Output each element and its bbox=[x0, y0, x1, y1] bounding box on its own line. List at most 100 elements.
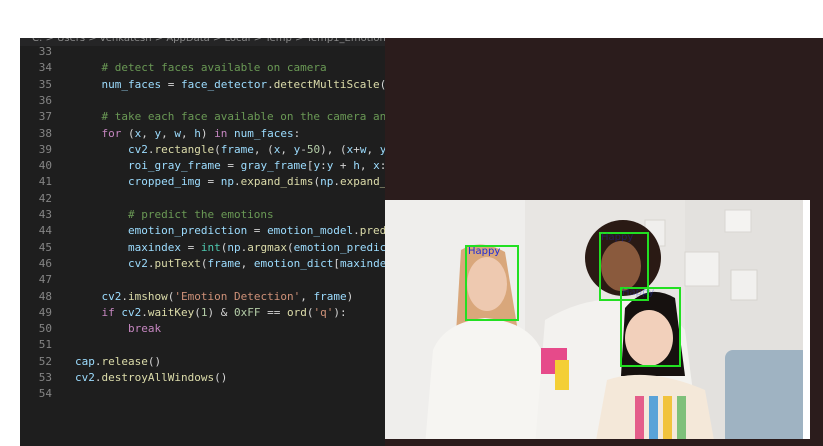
code-token: [ bbox=[333, 256, 340, 270]
code-token: # detect faces available on camera bbox=[75, 61, 327, 75]
line-text: cap.release() bbox=[75, 354, 161, 370]
emotion-detection-window[interactable]: Happy Happy Happy bbox=[385, 38, 823, 446]
breadcrumb[interactable]: C: > Users > venkatesh > AppData > Local… bbox=[20, 38, 386, 46]
line-text: cropped_img = np.expand_dims(np.expand_d bbox=[75, 174, 386, 190]
line-number: 35 bbox=[38, 77, 52, 91]
code-token: np bbox=[220, 175, 234, 189]
code-token: gray_frame bbox=[240, 159, 307, 173]
line-text: cv2.imshow('Emotion Detection', frame) bbox=[75, 289, 353, 305]
code-token: () bbox=[214, 371, 228, 384]
code-token: ( bbox=[286, 240, 294, 254]
code-token: , ( bbox=[253, 142, 274, 156]
line-text: for (x, y, w, h) in num_faces: bbox=[75, 126, 300, 142]
code-token: maxindex bbox=[75, 240, 181, 254]
code-token: imshow bbox=[127, 289, 168, 303]
line-text: # detect faces available on camera bbox=[75, 60, 327, 76]
code-token: ) bbox=[346, 289, 354, 303]
code-token: np bbox=[227, 240, 241, 254]
line-text: emotion_prediction = emotion_model.predi bbox=[75, 223, 386, 239]
line-number: 38 bbox=[38, 126, 52, 140]
line-number: 46 bbox=[38, 256, 52, 270]
code-token: break bbox=[75, 322, 162, 336]
line-number: 53 bbox=[38, 371, 52, 384]
line-text: roi_gray_frame = gray_frame[y:y + h, x: bbox=[75, 158, 386, 174]
line-number: 45 bbox=[38, 240, 52, 254]
line-text: break bbox=[75, 321, 161, 337]
code-token: roi_gray_frame bbox=[75, 159, 221, 173]
code-token: . bbox=[353, 224, 360, 238]
code-token: x bbox=[373, 159, 380, 173]
code-token: 'Emotion Detection' bbox=[174, 289, 301, 303]
code-token: + bbox=[353, 142, 360, 156]
line-number: 48 bbox=[38, 289, 52, 303]
code-token: for bbox=[75, 126, 122, 140]
code-token: - bbox=[300, 142, 307, 156]
code-token: np bbox=[320, 175, 334, 189]
code-token: destroyAllWindows bbox=[101, 371, 215, 384]
code-token: maxinde bbox=[339, 256, 386, 270]
face-label-2: Happy bbox=[601, 232, 634, 243]
code-token: , bbox=[161, 126, 175, 140]
line-text: num_faces = face_detector.detectMultiSca… bbox=[75, 77, 386, 93]
line-text: if cv2.waitKey(1) & 0xFF == ord('q'): bbox=[75, 305, 346, 321]
code-token: , bbox=[240, 256, 254, 270]
code-token: . bbox=[94, 371, 102, 384]
code-token: argmax bbox=[247, 240, 287, 254]
code-token: = bbox=[200, 175, 221, 189]
code-token: ), ( bbox=[320, 142, 347, 156]
code-token: num_faces bbox=[227, 126, 294, 140]
code-token: , bbox=[359, 159, 374, 173]
code-token: () bbox=[147, 354, 162, 368]
code-token: # take each face available on the camera… bbox=[75, 110, 386, 124]
line-number: 52 bbox=[38, 354, 52, 368]
code-token: : bbox=[293, 126, 301, 140]
code-token: 'q' bbox=[313, 305, 334, 319]
window-bottom-bar bbox=[385, 439, 823, 446]
code-token: = bbox=[161, 77, 181, 91]
code-token: , bbox=[141, 126, 155, 140]
code-token: waitKey bbox=[147, 305, 195, 319]
code-token: emotion_model bbox=[267, 224, 354, 238]
line-number: 44 bbox=[38, 224, 52, 238]
code-editor[interactable]: C: > Users > venkatesh > AppData > Local… bbox=[20, 38, 386, 446]
line-text: cv2.destroyAllWindows() bbox=[75, 370, 227, 386]
code-token: frame bbox=[313, 289, 347, 303]
code-token: h bbox=[353, 159, 360, 173]
line-text: maxindex = int(np.argmax(emotion_predict bbox=[75, 240, 386, 256]
code-token: putText bbox=[154, 256, 201, 270]
camera-frame: Happy Happy Happy bbox=[385, 200, 810, 446]
line-number: 42 bbox=[38, 191, 52, 205]
code-token: # predict the emotions bbox=[75, 208, 274, 221]
line-number: 41 bbox=[38, 175, 52, 189]
line-number: 37 bbox=[38, 110, 52, 124]
face-label-1: Happy bbox=[468, 246, 501, 257]
line-text: # predict the emotions bbox=[75, 207, 274, 223]
code-token: if bbox=[75, 305, 115, 319]
code-token: int bbox=[200, 240, 221, 254]
line-text: cv2.putText(frame, emotion_dict[maxinde bbox=[75, 256, 386, 272]
line-text: # take each face available on the camera… bbox=[75, 109, 386, 125]
code-token: = bbox=[180, 240, 201, 254]
camera-photo bbox=[385, 200, 810, 446]
line-number: 50 bbox=[38, 322, 52, 336]
code-token: ( bbox=[214, 142, 221, 156]
code-token: emotion_dict bbox=[253, 256, 334, 270]
code-token: detectMultiScale bbox=[273, 77, 380, 91]
code-token: , bbox=[280, 142, 294, 156]
line-number: 54 bbox=[38, 387, 52, 401]
code-token: cv2 bbox=[75, 256, 148, 270]
face-label-3: Happy bbox=[622, 287, 655, 298]
line-number: 43 bbox=[38, 208, 52, 221]
code-token: ) bbox=[200, 126, 215, 140]
code-token: . bbox=[333, 175, 340, 189]
line-number: 51 bbox=[38, 338, 52, 352]
code-token: predi bbox=[359, 224, 386, 238]
code-token: , bbox=[366, 142, 380, 156]
line-text: cv2.rectangle(frame, (x, y-50), (x+w, y+ bbox=[75, 142, 386, 158]
line-number: 40 bbox=[38, 159, 52, 173]
code-token: in bbox=[214, 126, 228, 140]
code-token: cv2 bbox=[114, 305, 142, 319]
line-number: 36 bbox=[38, 93, 52, 107]
code-token: + bbox=[333, 159, 354, 173]
code-token: frame bbox=[220, 142, 254, 156]
